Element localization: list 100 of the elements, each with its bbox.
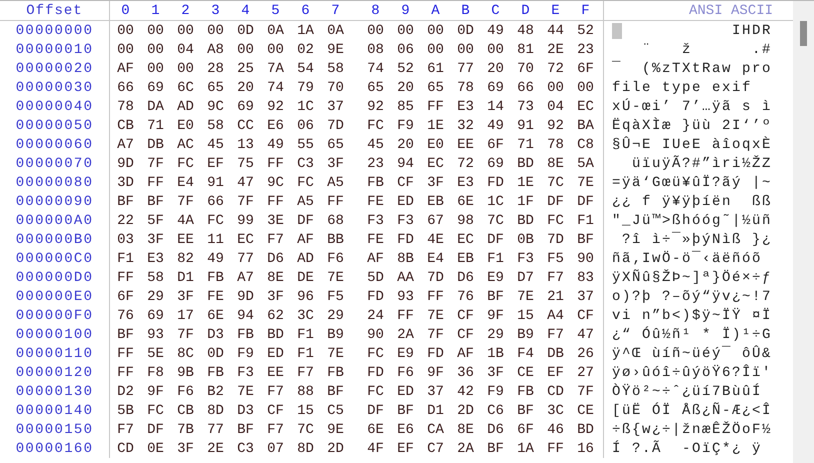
ansi-text: [üË ÓÏ Åß¿Ñ-Æ¿<Î — [612, 402, 772, 418]
hex-byte: 78 — [547, 136, 564, 152]
hex-byte: 27 — [577, 364, 594, 380]
hex-byte: 71 — [147, 118, 164, 134]
hex-byte: 0D — [237, 22, 254, 38]
hex-byte: FF — [267, 156, 284, 172]
ansi-text: ÷ß{w¿÷|žnæÊŽÖoF½ — [612, 422, 772, 438]
hex-byte: CF — [267, 402, 284, 418]
hex-byte: EC — [237, 232, 254, 248]
hex-byte: 00 — [577, 80, 594, 96]
hex-byte: FF — [117, 346, 134, 362]
hex-byte: 77 — [457, 60, 474, 76]
hex-byte: 23 — [577, 42, 594, 58]
hex-byte: C6 — [487, 402, 504, 418]
hex-byte: 3F — [487, 364, 504, 380]
hex-byte: 72 — [457, 156, 474, 172]
hex-byte: FF — [427, 288, 444, 304]
hex-byte: FF — [427, 98, 444, 114]
hex-byte: E9 — [397, 346, 414, 362]
hex-byte: 78 — [117, 98, 134, 114]
hex-byte: F6 — [177, 384, 194, 400]
hex-byte: 24 — [367, 308, 384, 324]
hex-byte: 88 — [297, 384, 314, 400]
hex-byte: 68 — [327, 212, 344, 228]
hex-byte: 20 — [487, 60, 504, 76]
hex-byte: 20 — [397, 80, 414, 96]
hex-byte: CD — [117, 440, 134, 456]
hex-byte: FF — [117, 364, 134, 380]
hex-byte: 9B — [177, 364, 194, 380]
ansi-text: ?î ì÷¯»þýNìß }¿ — [621, 232, 772, 248]
hex-byte: 66 — [207, 194, 224, 210]
hex-byte: 00 — [547, 80, 564, 96]
hex-byte: 76 — [117, 308, 134, 324]
hex-byte: EB — [427, 194, 444, 210]
hex-byte: 1E — [427, 118, 444, 134]
hex-byte: 9C — [207, 98, 224, 114]
hex-byte: EC — [427, 156, 444, 172]
hex-byte: 17 — [177, 308, 194, 324]
hex-byte: 6C — [177, 80, 194, 96]
hex-byte: 00 — [177, 60, 194, 76]
hex-byte: FF — [267, 194, 284, 210]
hex-byte: 47 — [237, 174, 254, 190]
hex-byte: F7 — [547, 270, 564, 286]
hex-byte: 9E — [327, 422, 344, 438]
column-header: 0 — [120, 2, 131, 18]
offset-cell: 00000060 — [16, 136, 94, 152]
hex-byte: 96 — [297, 288, 314, 304]
hex-byte: 77 — [207, 422, 224, 438]
hex-byte: 90 — [577, 250, 594, 266]
hex-byte: F7 — [117, 422, 134, 438]
scrollbar[interactable] — [793, 1, 814, 463]
hex-byte: 9F — [487, 308, 504, 324]
hex-byte: 9D — [117, 156, 134, 172]
offset-cell: 00000010 — [16, 42, 94, 58]
offset-cell: 00000050 — [16, 118, 94, 134]
hex-byte: 9D — [237, 288, 254, 304]
hex-byte: E3 — [457, 174, 474, 190]
hex-byte: FC — [297, 174, 314, 190]
hex-byte: F3 — [237, 364, 254, 380]
hex-byte: EC — [577, 98, 594, 114]
hex-byte: 6F — [577, 60, 594, 76]
hex-byte: 7E — [517, 288, 534, 304]
hex-byte: EF — [397, 440, 414, 456]
hex-byte: 73 — [517, 98, 534, 114]
hex-byte: D1 — [427, 402, 444, 418]
hex-byte: 55 — [297, 136, 314, 152]
hex-byte: D7 — [517, 270, 534, 286]
hex-byte: E3 — [147, 250, 164, 266]
column-header: 8 — [370, 2, 381, 18]
hex-byte: 7F — [147, 156, 164, 172]
hex-byte: E4 — [177, 174, 194, 190]
hex-byte: 8C — [177, 346, 194, 362]
column-header: 4 — [240, 2, 251, 18]
column-header: D — [520, 2, 531, 18]
hex-byte: 5E — [147, 346, 164, 362]
hex-byte: DB — [547, 346, 564, 362]
hex-byte: 04 — [177, 42, 194, 58]
hex-byte: 77 — [237, 250, 254, 266]
hex-byte: 6E — [367, 422, 384, 438]
hex-byte: 20 — [237, 80, 254, 96]
hex-byte: F3 — [397, 212, 414, 228]
hex-byte: 49 — [487, 22, 504, 38]
hex-byte: 20 — [397, 136, 414, 152]
scrollbar-thumb[interactable] — [800, 21, 807, 46]
hex-byte: F9 — [397, 118, 414, 134]
hex-byte: 2D — [457, 402, 474, 418]
hex-byte: 47 — [577, 326, 594, 342]
hex-byte: 00 — [117, 42, 134, 58]
hex-byte: FD — [367, 364, 384, 380]
hex-byte: 37 — [427, 384, 444, 400]
hex-byte: DB — [147, 136, 164, 152]
hex-byte: 71 — [517, 136, 534, 152]
hex-byte: 66 — [517, 80, 534, 96]
hex-byte: FE — [367, 232, 384, 248]
hex-byte: 70 — [327, 80, 344, 96]
hex-byte: AD — [177, 98, 194, 114]
hex-byte: 21 — [547, 288, 564, 304]
hex-byte: D6 — [457, 270, 474, 286]
hex-byte: 67 — [427, 212, 444, 228]
column-header: 7 — [330, 2, 341, 18]
